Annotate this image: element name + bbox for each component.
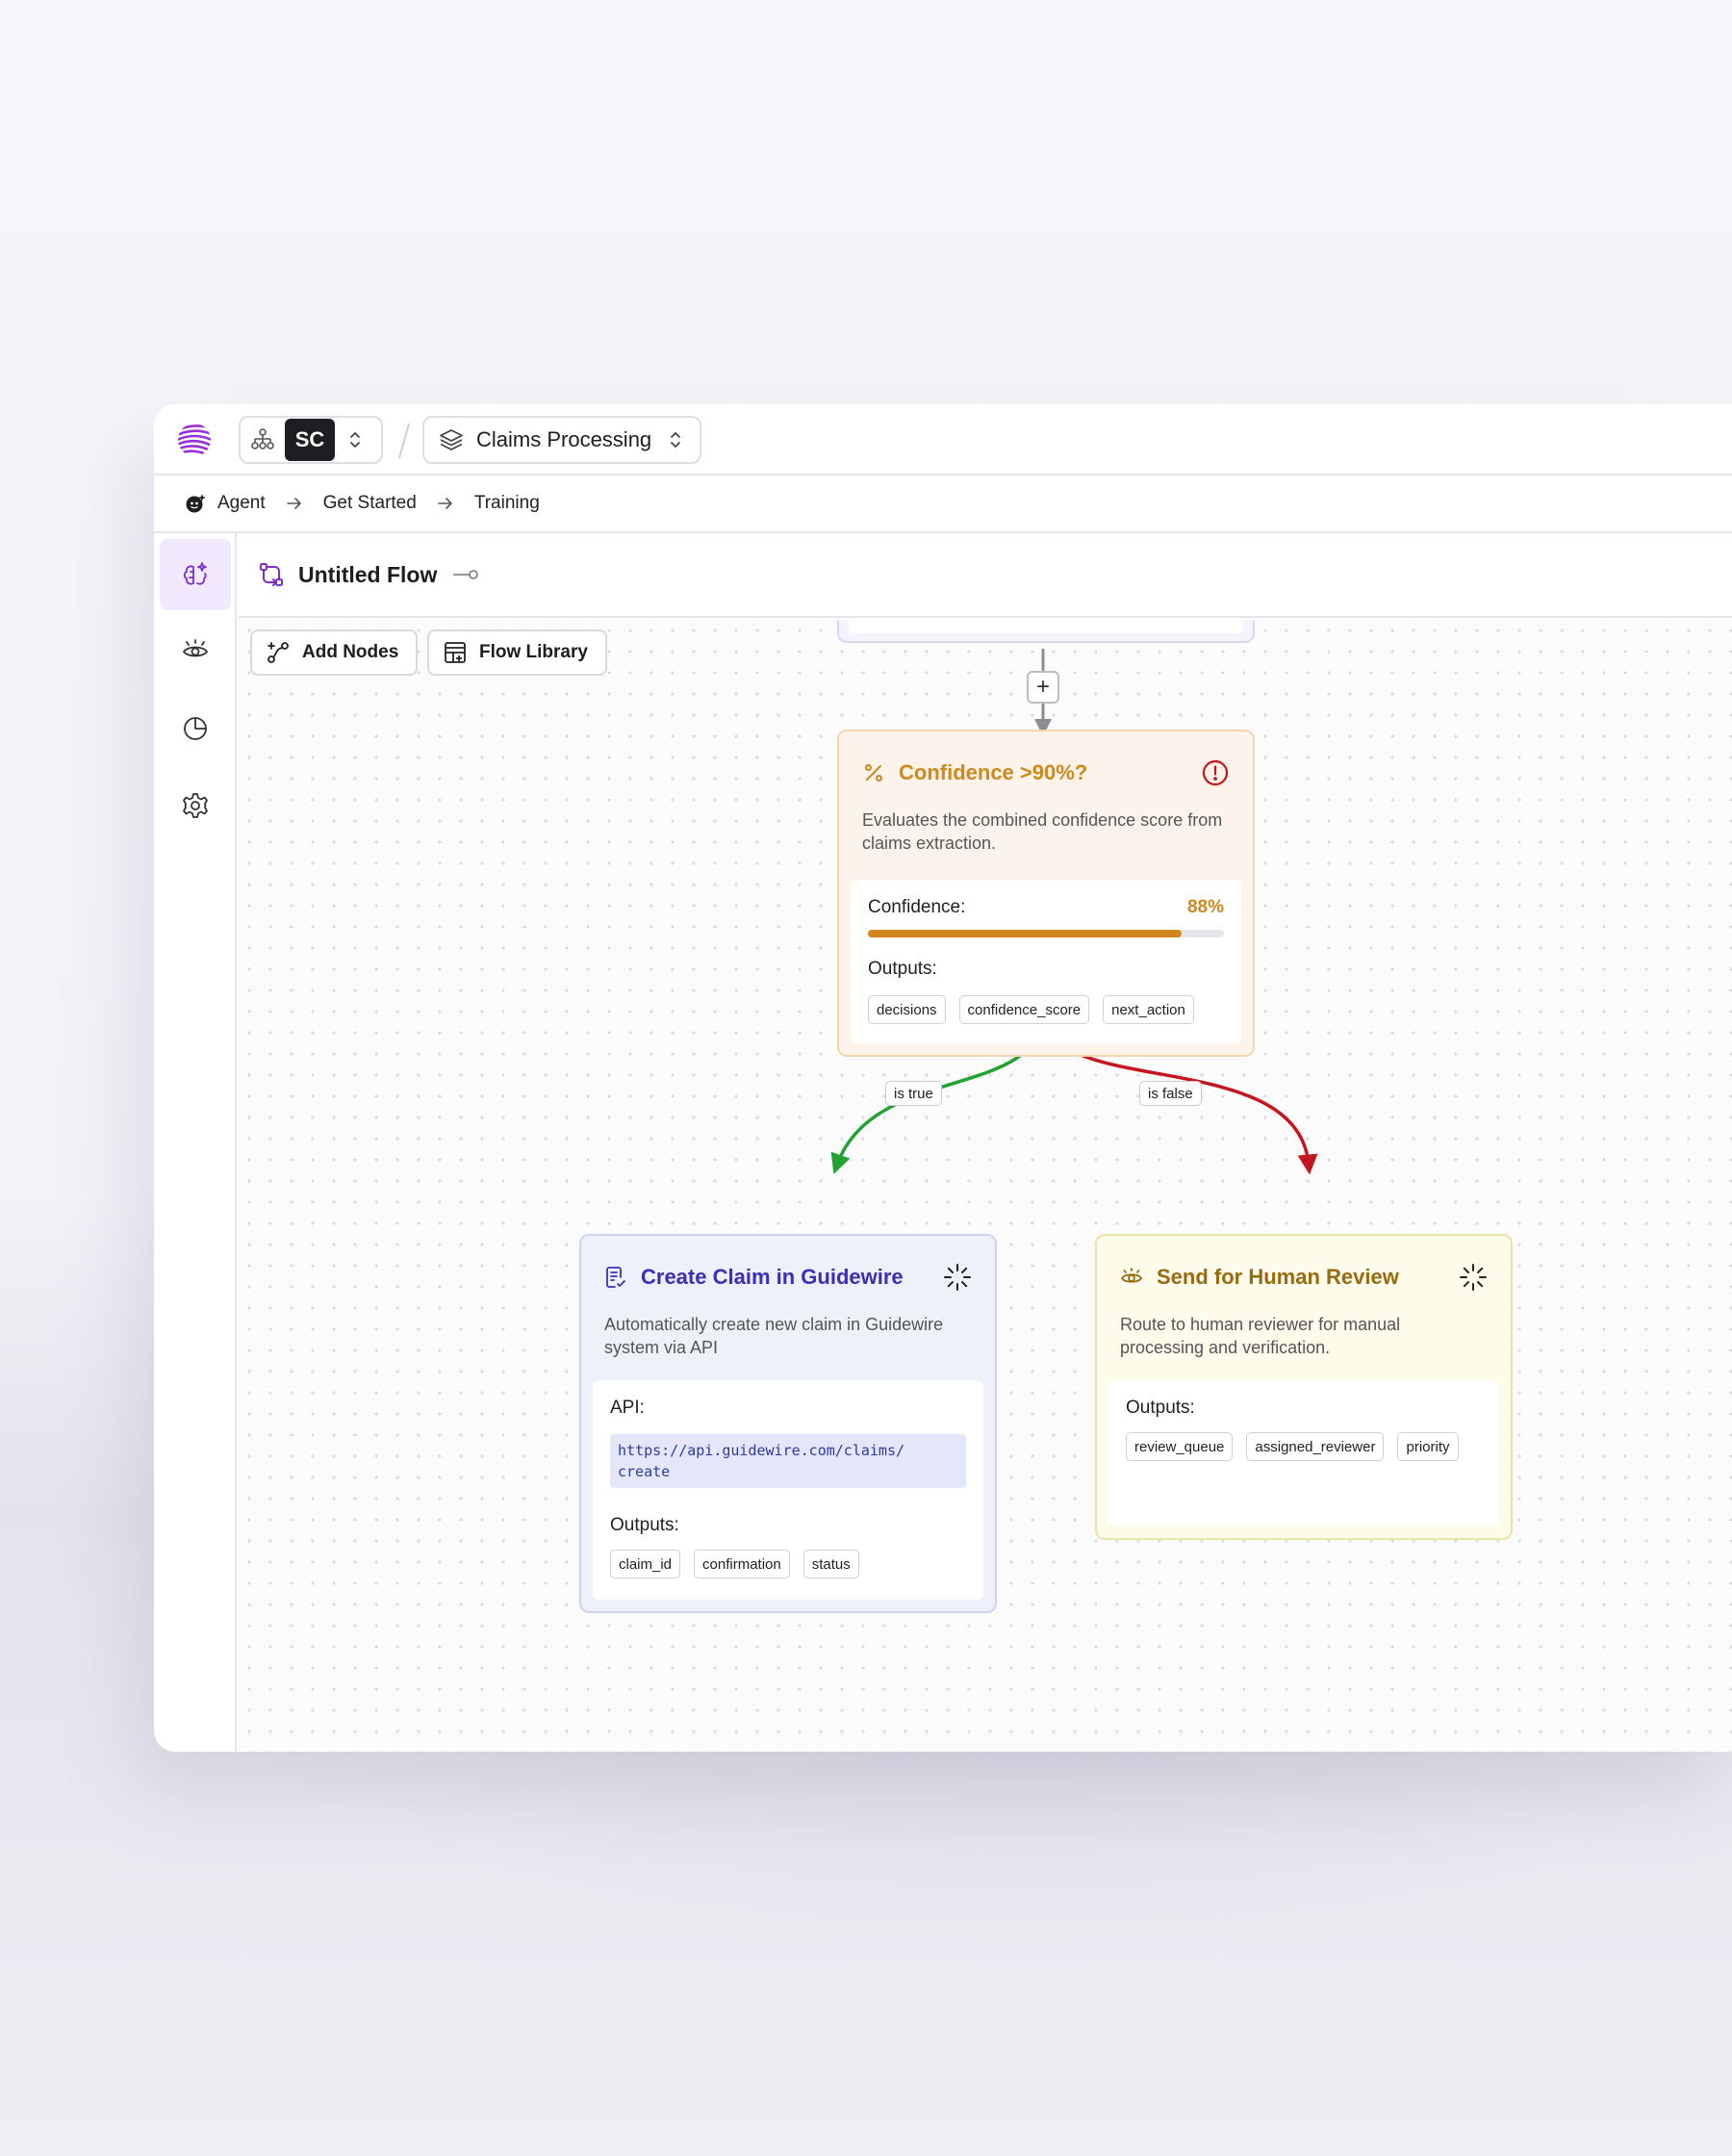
api-url[interactable]: https://api.guidewire.com/claims/ create: [610, 1434, 966, 1488]
human-review-outputs: review_queue assigned_reviewer priority: [1126, 1432, 1482, 1461]
create-claim-outputs: claim_id confirmation status: [610, 1550, 966, 1578]
create-claim-outputs-label: Outputs:: [610, 1515, 679, 1535]
gear-icon: [183, 793, 208, 818]
confidence-value: 88%: [1186, 897, 1224, 917]
sidebar-item-agent-builder[interactable]: [160, 539, 231, 610]
confidence-label: Confidence:: [868, 897, 966, 917]
confidence-outputs-label: Outputs:: [868, 959, 937, 979]
document-check-icon: [606, 1267, 625, 1288]
create-claim-node-title: Create Claim in Guidewire: [641, 1265, 904, 1289]
flow-canvas[interactable]: Add Nodes Flow Library + is true is fals…: [239, 620, 1732, 1752]
output-chip: review_queue: [1126, 1432, 1234, 1461]
output-chip: status: [802, 1550, 859, 1578]
breadcrumb-get-started[interactable]: Get Started: [323, 493, 417, 514]
project-name: Claims Processing: [476, 427, 652, 451]
layers-icon: [440, 429, 463, 450]
human-review-node-description: Route to human reviewer for manual proce…: [1120, 1315, 1401, 1357]
confidence-node-body: Confidence: 88% Outputs: decisions confi…: [851, 880, 1241, 1043]
api-label: API:: [610, 1398, 645, 1418]
edge-label-true: is true: [885, 1081, 942, 1106]
org-tree-icon: [251, 428, 274, 449]
create-claim-node[interactable]: Create Claim in Guidewire Automatically …: [579, 1234, 997, 1613]
app-window: SC Claims Processing Agent Get Started T…: [154, 404, 1732, 1752]
connection-icon: [453, 570, 479, 579]
output-chip: claim_id: [610, 1550, 681, 1578]
api-url-line-1: https://api.guidewire.com/claims/: [618, 1442, 905, 1459]
confidence-node-description: Evaluates the combined confidence score …: [862, 810, 1223, 853]
confidence-bar: [868, 930, 1224, 937]
output-chip: next_action: [1103, 995, 1194, 1024]
output-chip: assigned_reviewer: [1246, 1432, 1385, 1461]
create-claim-node-description: Automatically create new claim in Guidew…: [604, 1315, 944, 1357]
output-chip: confidence_score: [958, 995, 1090, 1024]
output-chip: priority: [1397, 1432, 1459, 1461]
human-review-node-title: Send for Human Review: [1157, 1265, 1399, 1289]
loading-spinner-icon: [944, 1264, 971, 1291]
eye-icon: [1120, 1268, 1143, 1283]
org-switcher[interactable]: SC: [239, 416, 383, 464]
output-chip: decisions: [868, 995, 946, 1024]
confidence-outputs: decisions confidence_score next_action: [868, 995, 1224, 1024]
arrow-right-icon: [438, 498, 452, 509]
separator-slash: [398, 423, 410, 459]
loading-spinner-icon: [1460, 1264, 1487, 1291]
brand-logo[interactable]: [175, 421, 214, 459]
chevron-up-down-icon: [671, 432, 680, 448]
brain-sparkle-icon: [183, 562, 207, 585]
confidence-bar-fill: [868, 930, 1182, 937]
insert-node-button[interactable]: +: [1027, 671, 1059, 704]
flow-icon: [260, 563, 283, 586]
breadcrumb-training[interactable]: Training: [474, 493, 540, 514]
alert-circle-icon[interactable]: [1201, 758, 1230, 787]
sidebar-item-settings[interactable]: [160, 770, 231, 841]
confidence-node-title: Confidence >90%?: [899, 760, 1088, 784]
sidebar-item-monitor[interactable]: [160, 616, 231, 687]
human-review-node[interactable]: Send for Human Review Route to human rev…: [1095, 1234, 1513, 1540]
percent-icon: [865, 764, 882, 782]
flow-header: Untitled Flow: [239, 533, 1732, 618]
org-badge: SC: [285, 419, 335, 461]
create-claim-node-body: API: https://api.guidewire.com/claims/ c…: [593, 1380, 983, 1600]
eye-icon: [182, 639, 209, 657]
breadcrumb: Agent Get Started Training: [154, 475, 1732, 533]
api-url-line-2: create: [618, 1463, 671, 1480]
edge-label-false: is false: [1139, 1081, 1202, 1106]
project-switcher[interactable]: Claims Processing: [422, 416, 701, 464]
human-review-outputs-label: Outputs:: [1126, 1398, 1195, 1418]
output-chip: confirmation: [694, 1550, 790, 1578]
breadcrumb-agent[interactable]: Agent: [217, 493, 266, 514]
confidence-node[interactable]: Confidence >90%? Evaluates the combined …: [837, 730, 1255, 1057]
arrow-right-icon: [286, 498, 301, 509]
top-bar: SC Claims Processing: [154, 404, 1732, 475]
pie-chart-icon: [184, 717, 207, 740]
human-review-node-body: Outputs: review_queue assigned_reviewer …: [1108, 1380, 1499, 1527]
sidebar: [154, 533, 237, 1752]
sidebar-item-analytics[interactable]: [160, 693, 231, 764]
agent-icon: [186, 494, 206, 513]
chevron-up-down-icon: [350, 432, 360, 448]
flow-title[interactable]: Untitled Flow: [298, 562, 437, 588]
